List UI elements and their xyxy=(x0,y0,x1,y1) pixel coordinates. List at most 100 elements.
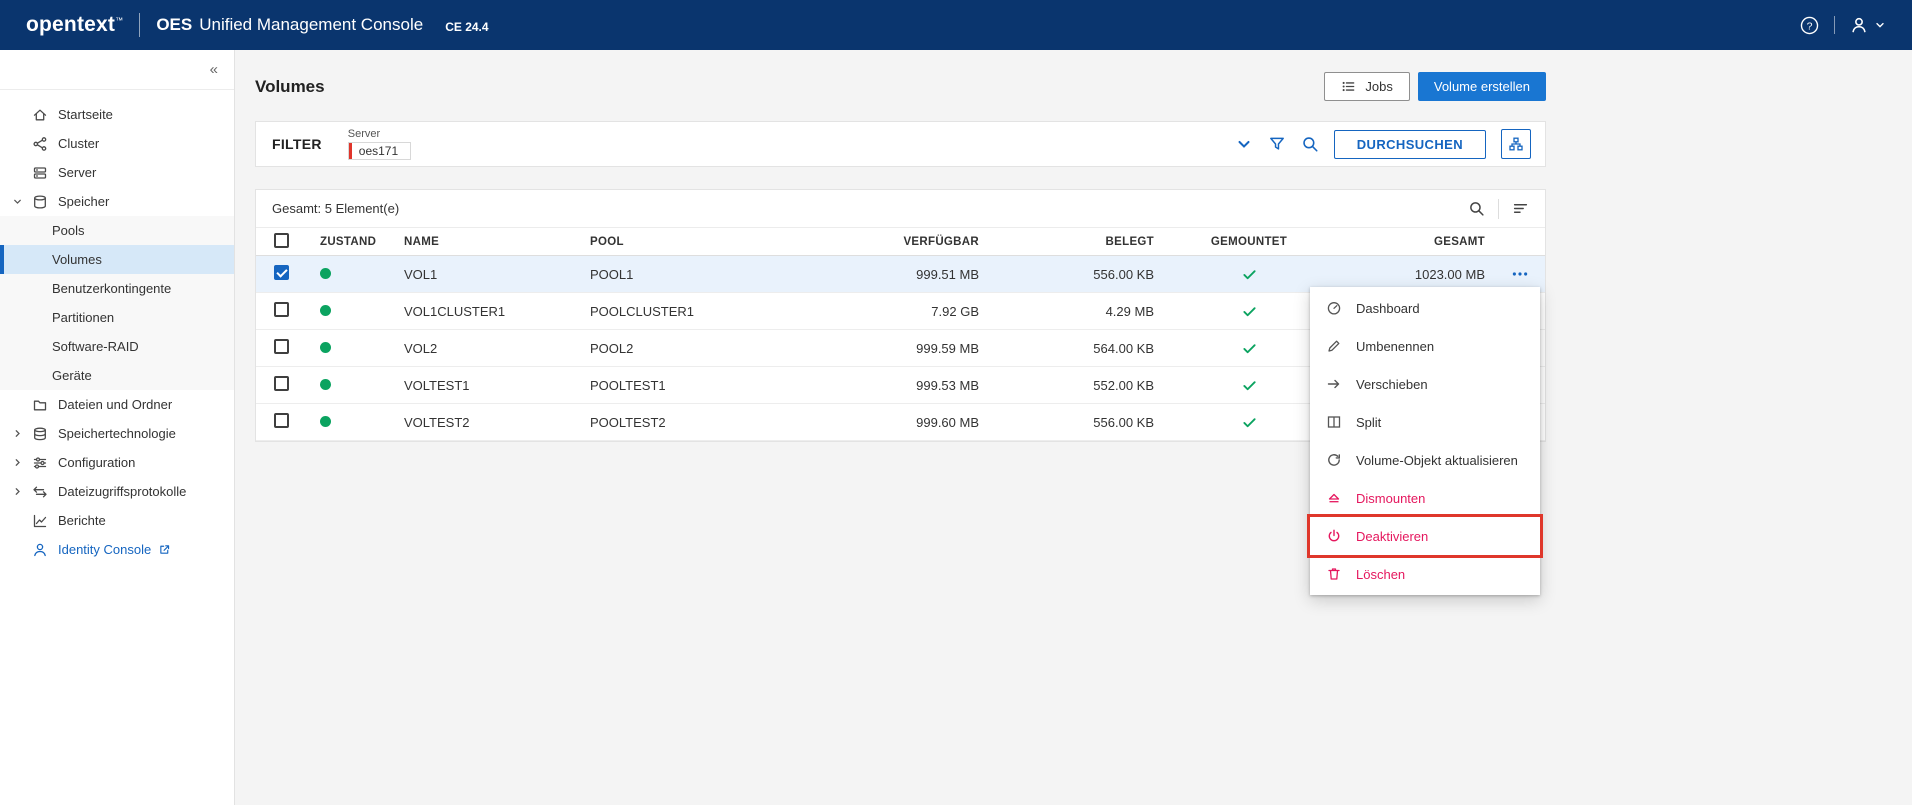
row-actions-button[interactable] xyxy=(1511,265,1529,283)
jobs-button-label: Jobs xyxy=(1365,79,1393,94)
menu-item-label: Löschen xyxy=(1356,566,1406,582)
sidebar-item-volumes[interactable]: Volumes xyxy=(0,245,234,274)
server-filter-value: oes171 xyxy=(358,144,399,158)
menu-item-label: Dashboard xyxy=(1356,300,1420,316)
brand-area: opentext™ OES Unified Management Console… xyxy=(26,13,489,37)
menu-item-dismounten[interactable]: Dismounten xyxy=(1310,479,1540,517)
chevron-right-icon xyxy=(15,459,20,466)
sidebar-item-label: Server xyxy=(58,165,97,180)
sidebar-nav: Startseite Cluster Server Speicher Pools… xyxy=(0,90,234,564)
menu-item-label: Dismounten xyxy=(1356,490,1426,506)
column-settings-icon[interactable] xyxy=(1512,200,1529,217)
filter-collapse-chevron-icon[interactable] xyxy=(1235,135,1253,153)
row-checkbox[interactable] xyxy=(274,302,289,317)
sidebar-item-benutzerkontingente[interactable]: Benutzerkontingente xyxy=(0,274,234,303)
status-dot xyxy=(320,267,331,279)
cell-name: VOL1CLUSTER1 xyxy=(404,303,506,319)
cell-name: VOL1 xyxy=(404,266,438,282)
sidebar-item-cluster[interactable]: Cluster xyxy=(0,129,234,158)
cell-pool: POOLTEST2 xyxy=(590,414,666,430)
cell-available: 7.92 GB xyxy=(931,303,979,319)
sidebar-item-label: Dateien und Ordner xyxy=(58,397,173,412)
sidebar-item-label: Benutzerkontingente xyxy=(52,281,172,296)
product-prefix: OES xyxy=(156,15,193,34)
table-search-icon[interactable] xyxy=(1468,200,1485,217)
menu-item-dashboard[interactable]: Dashboard xyxy=(1310,289,1540,327)
chevron-right-icon xyxy=(15,488,20,495)
cell-available: 999.51 MB xyxy=(916,266,979,282)
cell-available: 999.60 MB xyxy=(916,414,979,430)
menu-item-verschieben[interactable]: Verschieben xyxy=(1310,365,1540,403)
row-checkbox[interactable] xyxy=(274,265,289,280)
row-checkbox[interactable] xyxy=(274,376,289,391)
sidebar-item-dateizugriffsprotokolle[interactable]: Dateizugriffsprotokolle xyxy=(0,477,234,506)
server-icon xyxy=(33,166,47,179)
identity-icon xyxy=(34,543,46,556)
opentext-logo: opentext™ xyxy=(26,13,124,36)
sidebar-item-geraete[interactable]: Geräte xyxy=(0,361,234,390)
configuration-icon xyxy=(33,456,47,469)
sidebar-item-label: Partitionen xyxy=(52,310,115,325)
storage-technology-icon xyxy=(34,427,46,440)
top-header-bar: opentext™ OES Unified Management Console… xyxy=(0,0,1912,50)
mounted-check-icon xyxy=(1242,343,1256,353)
trademark: ™ xyxy=(115,16,124,25)
sidebar-item-startseite[interactable]: Startseite xyxy=(0,100,234,129)
sidebar-item-label: Speichertechnologie xyxy=(58,426,176,441)
cell-used: 552.00 KB xyxy=(1093,377,1154,393)
filter-funnel-icon[interactable] xyxy=(1268,135,1286,153)
header-actions: ? xyxy=(1800,16,1886,35)
header-zustand: ZUSTAND xyxy=(320,235,377,248)
pencil-icon xyxy=(1328,340,1340,352)
menu-item-volume-objekt-aktualisieren[interactable]: Volume-Objekt aktualisieren xyxy=(1310,441,1540,479)
dashboard-icon xyxy=(1327,302,1341,315)
tree-view-button[interactable] xyxy=(1501,129,1531,159)
sidebar-item-pools[interactable]: Pools xyxy=(0,216,234,245)
sidebar-item-label: Identity Console xyxy=(58,542,152,557)
mounted-check-icon xyxy=(1242,380,1256,390)
user-menu-button[interactable] xyxy=(1850,16,1886,34)
cell-name: VOLTEST1 xyxy=(404,377,470,393)
collapse-sidebar-button[interactable]: « xyxy=(210,61,218,78)
filter-label: FILTER xyxy=(272,136,322,152)
sidebar-item-configuration[interactable]: Configuration xyxy=(0,448,234,477)
row-checkbox[interactable] xyxy=(274,339,289,354)
sidebar-item-partitionen[interactable]: Partitionen xyxy=(0,303,234,332)
menu-item-split[interactable]: Split xyxy=(1310,403,1540,441)
durchsuchen-button[interactable]: DURCHSUCHEN xyxy=(1333,129,1486,159)
cell-used: 556.00 KB xyxy=(1093,414,1154,430)
sidebar-item-dateien-und-ordner[interactable]: Dateien und Ordner xyxy=(0,390,234,419)
sidebar-item-speichertechnologie[interactable]: Speichertechnologie xyxy=(0,419,234,448)
folder-icon xyxy=(33,400,47,410)
chevron-down-icon xyxy=(1876,22,1884,28)
sidebar-item-identity-console[interactable]: Identity Console xyxy=(0,535,234,564)
user-icon xyxy=(1852,17,1866,33)
chevron-right-icon xyxy=(15,430,20,437)
header-belegt: BELEGT xyxy=(1105,235,1154,248)
help-icon[interactable]: ? xyxy=(1800,16,1819,35)
refresh-icon xyxy=(1328,454,1340,466)
row-checkbox[interactable] xyxy=(274,413,289,428)
jobs-button[interactable]: Jobs xyxy=(1324,72,1410,101)
cell-pool: POOL2 xyxy=(590,340,634,356)
filter-search-icon[interactable] xyxy=(1301,135,1319,153)
sidebar: « Startseite Cluster Server Speicher Poo… xyxy=(0,50,235,805)
sidebar-item-berichte[interactable]: Berichte xyxy=(0,506,234,535)
create-volume-button[interactable]: Volume erstellen xyxy=(1417,72,1546,101)
server-filter-chip[interactable]: oes171 xyxy=(347,142,412,160)
trash-icon xyxy=(1328,568,1340,580)
mounted-check-icon xyxy=(1242,306,1256,316)
sidebar-item-server[interactable]: Server xyxy=(0,158,234,187)
file-access-icon xyxy=(33,486,47,497)
product-name: Unified Management Console xyxy=(199,15,424,34)
chevron-down-icon xyxy=(14,199,21,204)
select-all-checkbox[interactable] xyxy=(274,232,289,248)
storage-icon xyxy=(34,194,46,209)
filter-bar: FILTER Server oes171 DURCHSUCHEN xyxy=(255,121,1546,167)
menu-item-loeschen[interactable]: Löschen xyxy=(1310,555,1540,593)
sidebar-item-software-raid[interactable]: Software-RAID xyxy=(0,332,234,361)
move-arrow-icon xyxy=(1327,379,1340,389)
menu-item-deaktivieren[interactable]: Deaktivieren xyxy=(1307,514,1543,558)
menu-item-umbenennen[interactable]: Umbenennen xyxy=(1310,327,1540,365)
sidebar-item-speicher[interactable]: Speicher xyxy=(0,187,234,216)
